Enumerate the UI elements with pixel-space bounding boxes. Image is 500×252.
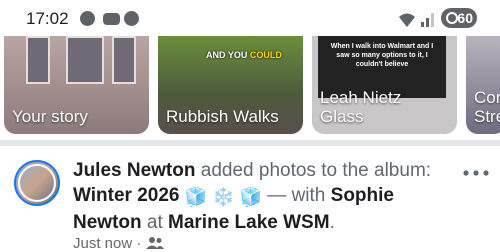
post-action-text: added photos to the album: — [195, 160, 432, 181]
photo-detail — [112, 36, 136, 84]
status-bar: 17:02 60 — [0, 0, 500, 36]
story-label: Your story — [12, 107, 88, 126]
story-card-leah-nietz-glass[interactable]: When I walk into Walmart and I saw so ma… — [312, 36, 457, 134]
facebook-icon — [124, 11, 139, 26]
status-time: 17:02 — [26, 9, 69, 28]
story-card-partial[interactable]: Cor Stre — [466, 36, 500, 134]
story-label: Rubbish Walks — [166, 107, 279, 126]
story-card-your-story[interactable]: Your story — [4, 36, 149, 134]
meta-separator: · — [136, 235, 142, 252]
battery-indicator: 60 — [441, 8, 477, 28]
messenger-icon — [103, 13, 120, 25]
story-label: Cor Stre — [474, 88, 500, 126]
photo-detail — [26, 36, 50, 84]
feed-post: Jules Newton added photos to the album: … — [0, 146, 500, 252]
facebook-icon — [80, 11, 95, 26]
avatar[interactable] — [14, 160, 60, 206]
story-overlay-text: When I walk into Walmart and I saw so ma… — [330, 43, 434, 68]
with-text: — with — [262, 185, 331, 206]
album-link[interactable]: Winter 2026 — [73, 185, 180, 206]
post-header-text: Jules Newton added photos to the album: … — [73, 158, 453, 235]
story-label: Leah Nietz Glass — [320, 88, 402, 126]
friends-icon[interactable] — [145, 236, 164, 250]
at-text: at — [141, 212, 169, 233]
story-overlay-text: AND YOU COULD — [206, 50, 282, 60]
sentence-end: . — [329, 212, 335, 233]
album-emojis: 🧊 ❄️ 🧊 — [184, 187, 263, 207]
place-link[interactable]: Marine Lake WSM — [168, 212, 330, 233]
post-meta: Just now · — [73, 235, 164, 252]
battery-level: 60 — [457, 10, 473, 26]
author-name[interactable]: Jules Newton — [73, 160, 195, 181]
more-options-icon[interactable] — [462, 168, 492, 178]
wifi-signal-icon — [399, 13, 434, 27]
photo-detail — [66, 36, 104, 84]
story-card-rubbish-walks[interactable]: AND YOU COULD Rubbish Walks — [158, 36, 303, 134]
stories-tray: Your story AND YOU COULD Rubbish Walks W… — [0, 36, 500, 136]
post-time[interactable]: Just now — [73, 235, 132, 252]
battery-icon — [446, 12, 458, 24]
